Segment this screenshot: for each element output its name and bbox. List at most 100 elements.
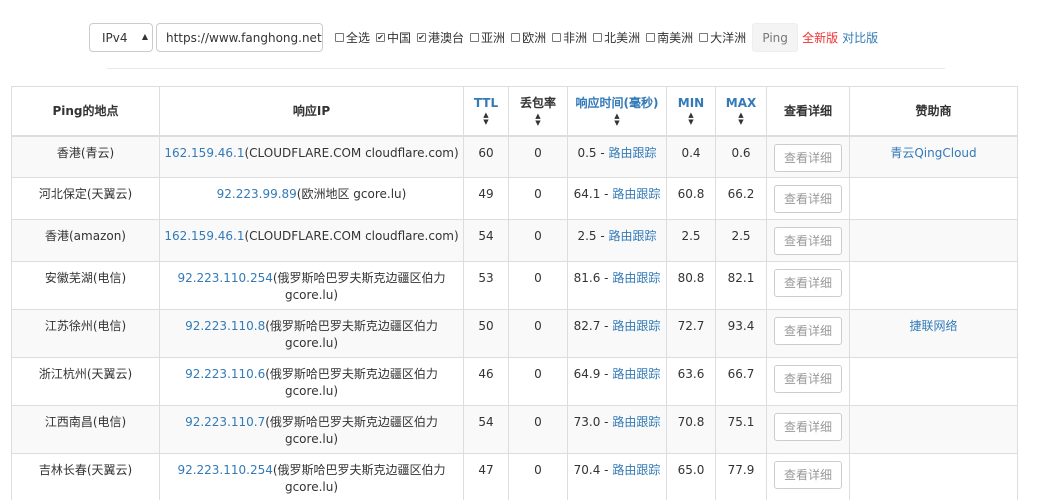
view-detail-button[interactable]: 查看详细: [774, 317, 842, 345]
cell-rtt: 82.7 - 路由跟踪: [567, 309, 667, 358]
header-loss[interactable]: 丢包率 ▲ ▼: [508, 86, 568, 137]
cell-rtt: 64.9 - 路由跟踪: [567, 357, 667, 406]
header-max-label: MAX: [725, 95, 757, 110]
cell-min: 63.6: [666, 357, 716, 406]
trace-link[interactable]: 路由跟踪: [612, 367, 660, 381]
header-min[interactable]: MIN ▲ ▼: [666, 86, 716, 137]
ping-results-table: Ping的地点 响应IP TTL ▲ ▼ 丢包率 ▲ ▼ 响应时间(毫秒) ▲ ▼ MIN ▲…: [11, 86, 1018, 500]
cell-rtt: 81.6 - 路由跟踪: [567, 261, 667, 310]
cell-min: 2.5: [666, 219, 716, 262]
trace-link[interactable]: 路由跟踪: [612, 271, 660, 285]
checkbox-checked[interactable]: ✔: [376, 33, 386, 42]
checkbox-unchecked[interactable]: [552, 33, 562, 42]
view-detail-button[interactable]: 查看详细: [774, 185, 842, 213]
ip-info: (俄罗斯哈巴罗夫斯克边疆区伯力 gcore.lu): [265, 319, 438, 350]
cell-rtt: 0.5 - 路由跟踪: [567, 135, 667, 178]
table-row: 吉林长春(天翼云) 92.223.110.254(俄罗斯哈巴罗夫斯克边疆区伯力 g…: [11, 453, 1018, 500]
view-detail-button[interactable]: 查看详细: [774, 227, 842, 255]
trace-link[interactable]: 路由跟踪: [612, 463, 660, 477]
header-ttl[interactable]: TTL ▲ ▼: [463, 86, 509, 137]
cell-sponsor: [849, 453, 1018, 500]
rtt-value: 0.5: [577, 145, 597, 160]
region-checkbox[interactable]: 亚洲: [470, 29, 505, 46]
ping-button[interactable]: Ping: [752, 23, 799, 52]
view-detail-button[interactable]: 查看详细: [774, 413, 842, 441]
sort-icon: ▲ ▼: [688, 110, 694, 126]
cell-loss: 0: [508, 261, 568, 310]
region-checkbox[interactable]: ✔ 港澳台: [417, 29, 464, 46]
sponsor-link[interactable]: 捷联网络: [909, 319, 957, 333]
trace-link[interactable]: 路由跟踪: [612, 187, 660, 201]
region-checkbox[interactable]: 全选: [335, 29, 370, 46]
header-sponsor: 赞助商: [849, 86, 1018, 137]
ip-link[interactable]: 92.223.110.6: [185, 367, 265, 381]
header-rtt[interactable]: 响应时间(毫秒) ▲ ▼: [567, 86, 667, 137]
view-detail-button[interactable]: 查看详细: [774, 461, 842, 489]
cell-max: 0.6: [715, 135, 767, 178]
ip-link[interactable]: 92.223.110.254: [177, 463, 272, 477]
ip-version-select[interactable]: IPv4 ▲︎: [89, 23, 153, 52]
cell-ip: 162.159.46.1(CLOUDFLARE.COM cloudflare.c…: [159, 135, 464, 178]
checkbox-unchecked[interactable]: [470, 33, 480, 42]
checkbox-unchecked[interactable]: [593, 33, 603, 42]
cell-ttl: 49: [463, 177, 509, 220]
cell-max: 75.1: [715, 405, 767, 454]
cell-detail: 查看详细: [766, 357, 850, 406]
region-checkbox[interactable]: 大洋洲: [699, 29, 746, 46]
cell-ttl: 54: [463, 219, 509, 262]
ip-link[interactable]: 92.223.110.254: [177, 271, 272, 285]
cell-location: 河北保定(天翼云): [11, 177, 160, 220]
cell-loss: 0: [508, 177, 568, 220]
view-detail-button[interactable]: 查看详细: [774, 143, 842, 172]
trace-link[interactable]: 路由跟踪: [612, 319, 660, 333]
trace-link[interactable]: 路由跟踪: [609, 146, 657, 160]
cell-ip: 92.223.110.7(俄罗斯哈巴罗夫斯克边疆区伯力 gcore.lu): [159, 405, 464, 454]
checkbox-unchecked[interactable]: [511, 33, 521, 42]
compare-version-link[interactable]: 对比版: [842, 29, 878, 46]
cell-detail: 查看详细: [766, 405, 850, 454]
url-input[interactable]: https://www.fanghong.net: [156, 23, 323, 52]
ip-info: (CLOUDFLARE.COM cloudflare.com): [244, 229, 459, 243]
sponsor-link[interactable]: 青云QingCloud: [890, 146, 976, 160]
ip-link[interactable]: 92.223.110.7: [185, 415, 265, 429]
cell-detail: 查看详细: [766, 177, 850, 220]
cell-location: 江西南昌(电信): [11, 405, 160, 454]
region-checkbox[interactable]: 北美洲: [593, 29, 640, 46]
region-checkbox[interactable]: 南美洲: [646, 29, 693, 46]
cell-ip: 162.159.46.1(CLOUDFLARE.COM cloudflare.c…: [159, 219, 464, 262]
trace-link[interactable]: 路由跟踪: [609, 229, 657, 243]
ip-link[interactable]: 92.223.99.89: [217, 187, 297, 201]
cell-sponsor: [849, 405, 1018, 454]
view-detail-button[interactable]: 查看详细: [774, 269, 842, 297]
header-location: Ping的地点: [11, 86, 160, 137]
cell-detail: 查看详细: [766, 261, 850, 310]
ip-link[interactable]: 162.159.46.1: [164, 229, 244, 243]
rtt-value: 82.7: [573, 319, 601, 333]
cell-max: 2.5: [715, 219, 767, 262]
region-checkbox[interactable]: 非洲: [552, 29, 587, 46]
view-detail-button[interactable]: 查看详细: [774, 365, 842, 393]
checkbox-unchecked[interactable]: [335, 33, 344, 42]
region-checkbox-label: 全选: [346, 31, 371, 45]
region-checkbox[interactable]: 欧洲: [511, 29, 546, 46]
cell-min: 80.8: [666, 261, 716, 310]
checkbox-unchecked[interactable]: [699, 33, 709, 42]
new-version-link[interactable]: 全新版: [802, 29, 838, 46]
cell-max: 66.7: [715, 357, 767, 406]
cell-ttl: 60: [463, 135, 509, 178]
ip-link[interactable]: 162.159.46.1: [164, 146, 244, 160]
sort-icon: ▲ ▼: [614, 112, 620, 128]
cell-detail: 查看详细: [766, 309, 850, 358]
trace-link[interactable]: 路由跟踪: [612, 415, 660, 429]
table-row: 江苏徐州(电信) 92.223.110.8(俄罗斯哈巴罗夫斯克边疆区伯力 gcor…: [11, 309, 1018, 358]
region-checkbox-label: 北美洲: [604, 31, 641, 45]
checkbox-checked[interactable]: ✔: [417, 33, 427, 42]
cell-location: 安徽芜湖(电信): [11, 261, 160, 310]
table-row: 香港(amazon) 162.159.46.1(CLOUDFLARE.COM cl…: [11, 219, 1018, 262]
divider: [107, 68, 945, 69]
region-checkbox[interactable]: ✔ 中国: [376, 29, 411, 46]
rtt-value: 2.5: [577, 229, 597, 243]
ip-link[interactable]: 92.223.110.8: [185, 319, 265, 333]
header-max[interactable]: MAX ▲ ▼: [715, 86, 767, 137]
checkbox-unchecked[interactable]: [646, 33, 656, 42]
